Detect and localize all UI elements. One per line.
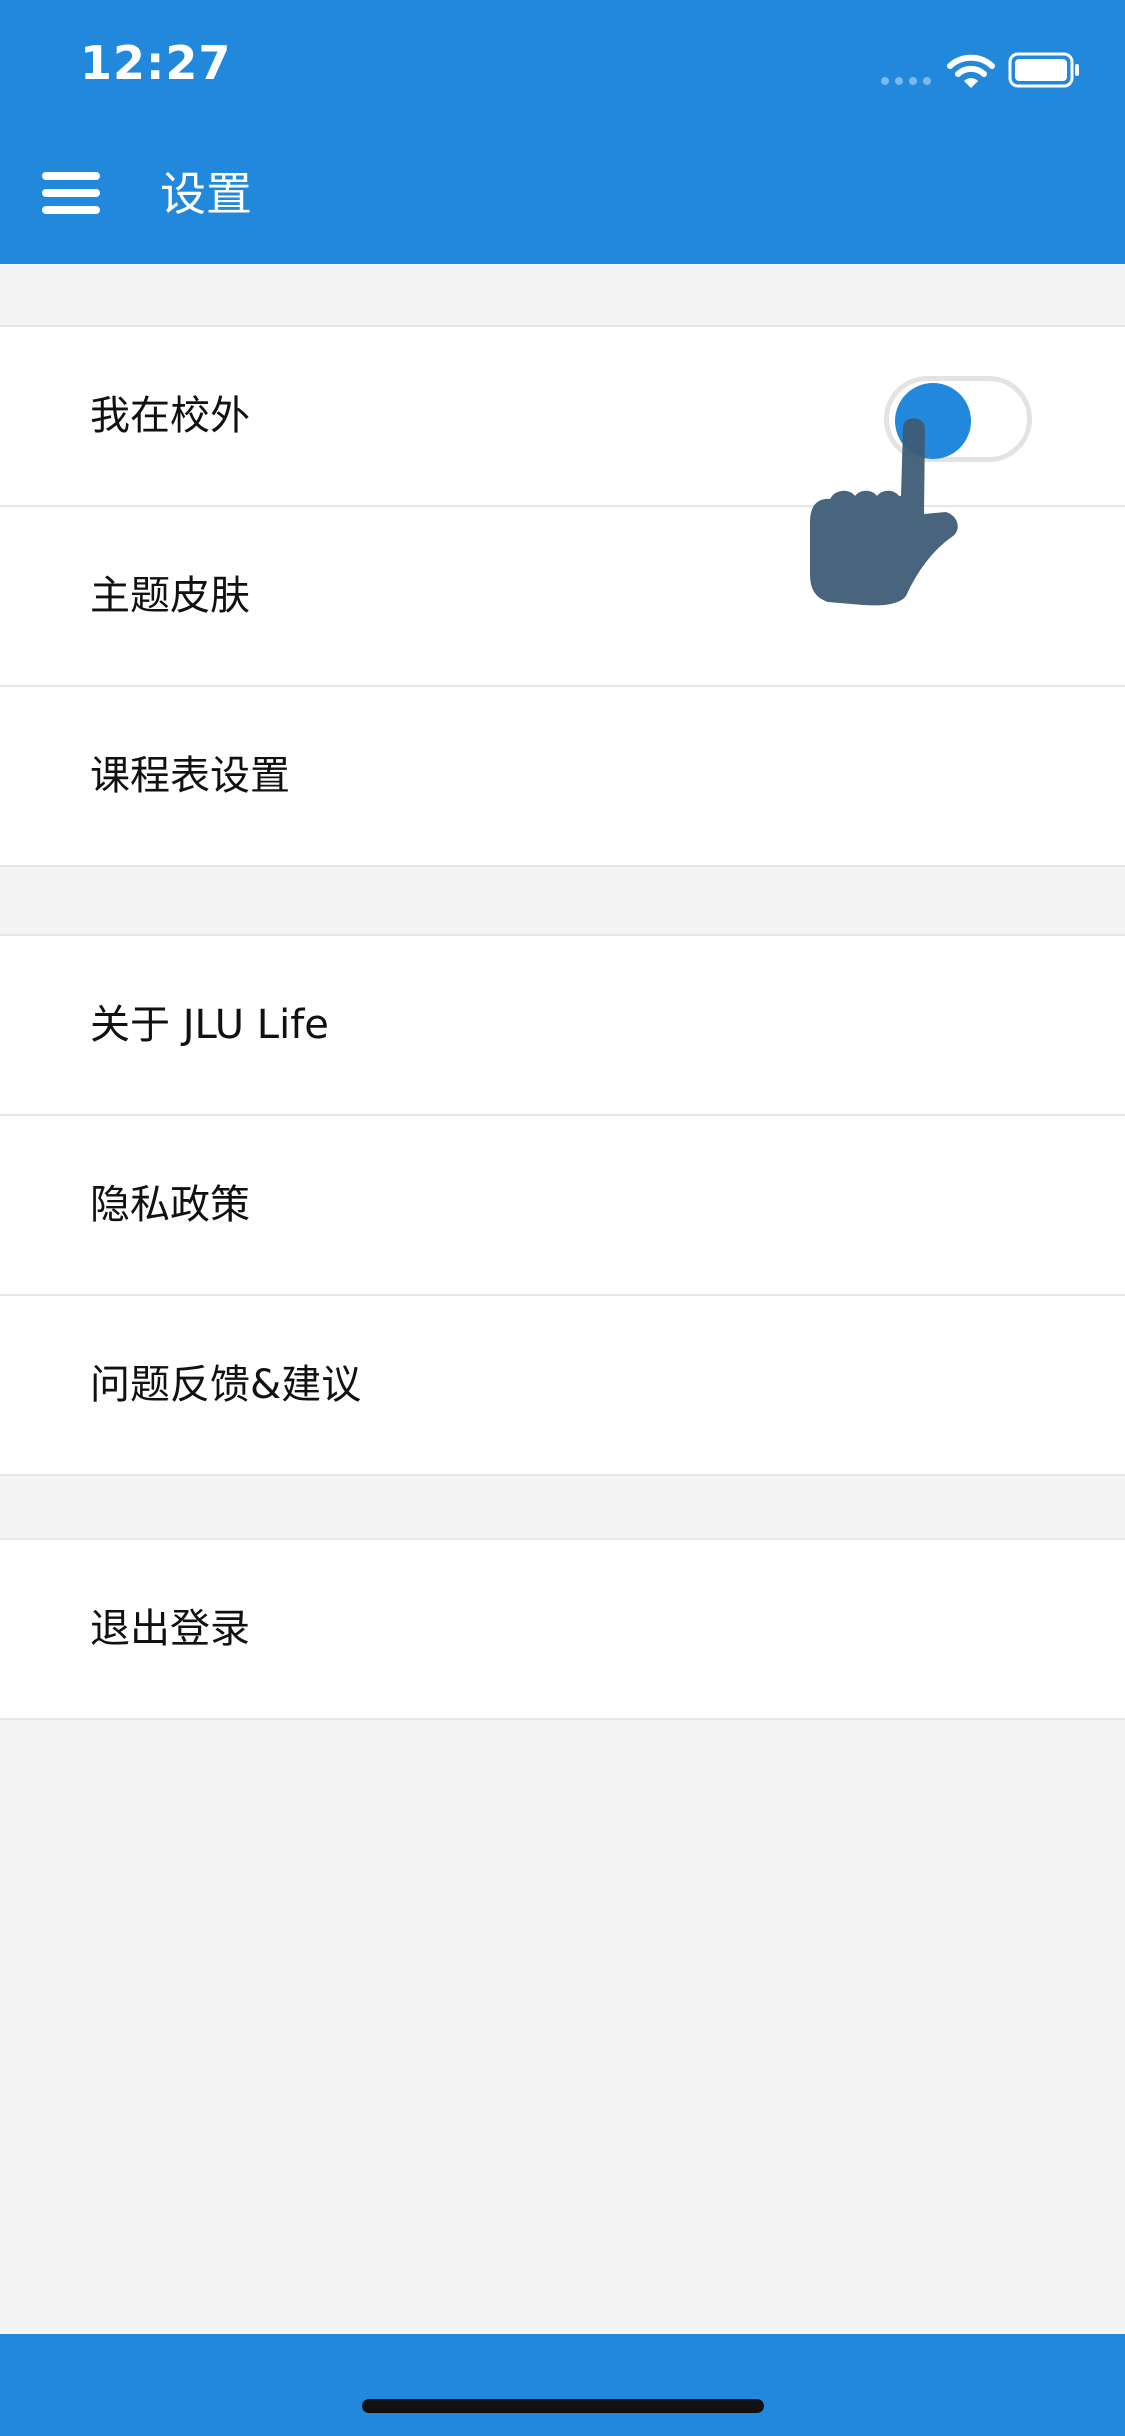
settings-row-label: 问题反馈&建议: [90, 1362, 362, 1408]
settings-row-about[interactable]: 关于 JLU Life: [0, 936, 1125, 1116]
off-campus-toggle[interactable]: [884, 376, 1032, 462]
menu-button[interactable]: [40, 168, 104, 218]
bottom-bar: [0, 2334, 1125, 2436]
settings-row-label: 课程表设置: [90, 753, 290, 799]
hamburger-menu-icon: [42, 172, 100, 180]
cellular-signal-icon: [881, 77, 931, 85]
settings-row-label: 我在校外: [90, 393, 250, 439]
settings-row-privacy[interactable]: 隐私政策: [0, 1116, 1125, 1296]
hamburger-menu-line: [42, 206, 100, 214]
settings-row-label: 主题皮肤: [90, 573, 250, 619]
settings-row-label: 退出登录: [90, 1606, 250, 1652]
settings-group-1: 我在校外 主题皮肤 课程表设置: [0, 325, 1125, 867]
settings-row-schedule[interactable]: 课程表设置: [0, 687, 1125, 865]
status-time: 12:27: [80, 36, 232, 90]
settings-row-feedback[interactable]: 问题反馈&建议: [0, 1296, 1125, 1474]
home-indicator[interactable]: [362, 2399, 764, 2413]
app-header: 12:27 设置: [0, 0, 1125, 264]
battery-icon: [1008, 52, 1079, 88]
settings-row-label: 隐私政策: [90, 1182, 250, 1228]
settings-row-logout[interactable]: 退出登录: [0, 1540, 1125, 1718]
settings-row-theme[interactable]: 主题皮肤: [0, 507, 1125, 687]
settings-group-3: 退出登录: [0, 1538, 1125, 1720]
page-title: 设置: [160, 167, 252, 221]
hamburger-menu-line: [42, 189, 100, 197]
settings-row-label: 关于 JLU Life: [90, 1002, 329, 1048]
settings-row-off-campus[interactable]: 我在校外: [0, 327, 1125, 507]
toggle-knob: [895, 383, 971, 459]
wifi-icon: [947, 54, 995, 88]
settings-group-2: 关于 JLU Life 隐私政策 问题反馈&建议: [0, 934, 1125, 1476]
